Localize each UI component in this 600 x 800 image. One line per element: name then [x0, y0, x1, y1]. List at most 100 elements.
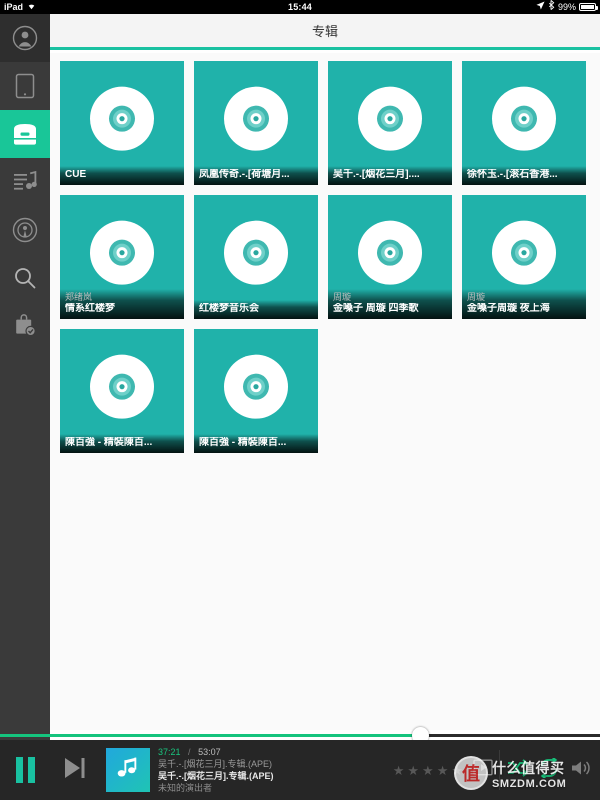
album-caption: 吴千.-.[烟花三月].... — [328, 166, 452, 185]
album-caption: 陳百強 - 精裝陳百... — [60, 434, 184, 453]
album-tile[interactable]: 周璇 金嗓子周璇 夜上海 — [462, 195, 586, 319]
album-title: 情系红楼梦 — [65, 303, 115, 314]
disc-icon — [90, 220, 154, 285]
progress-fill — [0, 734, 420, 737]
disc-icon — [224, 86, 288, 151]
sidebar-item-library[interactable] — [0, 110, 50, 158]
pause-button[interactable] — [0, 740, 50, 800]
next-track-button[interactable] — [50, 740, 100, 800]
album-caption: 周璇 金嗓子 周璇 四季歌 — [328, 289, 452, 319]
sidebar-item-playlist[interactable] — [0, 158, 50, 206]
disc-icon — [224, 354, 288, 419]
repeat-icon — [538, 755, 560, 783]
disc-icon — [492, 220, 556, 285]
status-bar-time: 15:44 — [287, 2, 313, 12]
bluetooth-icon — [548, 0, 555, 14]
album-tile[interactable]: 郑绪岚 情系红楼梦 — [60, 195, 184, 319]
album-title: 红楼梦音乐会 — [199, 303, 259, 314]
sidebar-item-search[interactable] — [0, 254, 50, 302]
album-title: 金嗓子周璇 夜上海 — [467, 303, 550, 314]
battery-percent: 99% — [557, 2, 576, 12]
album-title: 凤凰传奇.-.[荷塘月... — [199, 169, 290, 180]
sidebar-item-store[interactable] — [0, 302, 50, 350]
track-title-line: 吴千.-.[烟花三月].专辑.(APE) — [158, 771, 274, 781]
battery-icon — [579, 3, 598, 11]
disc-icon — [492, 86, 556, 151]
album-title: 陳百強 - 精裝陳百... — [199, 437, 287, 448]
status-bar: iPad 15:44 99% — [0, 0, 600, 14]
shuffle-icon — [506, 758, 529, 783]
album-caption: 周璇 金嗓子周璇 夜上海 — [462, 289, 586, 319]
track-artist-line: 未知的演出者 — [158, 783, 213, 793]
album-tile[interactable]: 凤凰传奇.-.[荷塘月... — [194, 61, 318, 185]
album-tile[interactable]: 徐怀玉.-.[滚石香港... — [462, 61, 586, 185]
disc-icon — [90, 354, 154, 419]
volume-icon — [570, 759, 592, 782]
album-tile[interactable]: CUE — [60, 61, 184, 185]
music-note-icon — [115, 755, 141, 786]
app-root: iPad 15:44 99% 专辑 CUE 凤凰传奇.-.[荷塘月... 吴千.… — [0, 0, 600, 800]
album-artist: 周璇 — [333, 292, 352, 302]
current-time: 37:21 — [158, 747, 181, 757]
album-grid-scroll[interactable]: CUE 凤凰传奇.-.[荷塘月... 吴千.-.[烟花三月].... 徐怀玉.-… — [50, 53, 600, 730]
playlist-note-icon — [12, 170, 38, 194]
album-title: 吴千.-.[烟花三月].... — [333, 169, 420, 180]
location-arrow-icon — [536, 0, 545, 14]
album-tile[interactable]: 吴千.-.[烟花三月].... — [328, 61, 452, 185]
shuffle-button[interactable] — [506, 758, 529, 783]
album-tile[interactable]: 周璇 金嗓子 周璇 四季歌 — [328, 195, 452, 319]
user-circle-icon — [12, 25, 38, 51]
album-title: 金嗓子 周璇 四季歌 — [333, 303, 419, 314]
album-tile[interactable]: 陳百強 - 精裝陳百... — [194, 329, 318, 453]
player-right-controls — [506, 755, 600, 783]
rating-stars[interactable]: ★ ★ ★ ★ ★ — [393, 764, 463, 777]
album-title: CUE — [65, 169, 87, 180]
queue-video-button[interactable] — [473, 759, 493, 781]
pause-icon — [15, 757, 35, 783]
disc-icon — [224, 220, 288, 285]
sidebar-item-account[interactable] — [0, 14, 50, 62]
album-artist: 周璇 — [467, 292, 486, 302]
next-track-icon — [62, 756, 88, 785]
rating-star[interactable]: ★ — [422, 764, 434, 777]
header-bar: 专辑 — [50, 14, 600, 50]
rating-star[interactable]: ★ — [393, 764, 405, 777]
rating-star[interactable]: ★ — [451, 764, 463, 777]
album-tile[interactable]: 红楼梦音乐会 — [194, 195, 318, 319]
album-caption: 徐怀玉.-.[滚石香港... — [462, 166, 586, 185]
music-box-icon — [11, 122, 39, 146]
now-playing-artwork[interactable] — [106, 748, 150, 792]
playback-time: 37:21 / 53:07 — [158, 746, 393, 758]
album-caption: 陳百強 - 精裝陳百... — [194, 434, 318, 453]
sidebar-item-radio[interactable] — [0, 206, 50, 254]
album-caption: 凤凰传奇.-.[荷塘月... — [194, 166, 318, 185]
rating-star[interactable]: ★ — [407, 764, 419, 777]
repeat-button[interactable] — [538, 755, 560, 783]
rating-star[interactable]: ★ — [437, 764, 449, 777]
now-playing-meta: 37:21 / 53:07 吴千.-.[烟花三月].专辑.(APE) 吴千.-.… — [158, 746, 393, 794]
disc-icon — [90, 86, 154, 151]
album-grid: CUE 凤凰传奇.-.[荷塘月... 吴千.-.[烟花三月].... 徐怀玉.-… — [50, 53, 600, 453]
album-caption: 红楼梦音乐会 — [194, 300, 318, 319]
sidebar-item-device[interactable] — [0, 62, 50, 110]
track-album-line: 吴千.-.[烟花三月].专辑.(APE) — [158, 759, 273, 769]
album-title: 陳百強 - 精裝陳百... — [65, 437, 153, 448]
status-bar-right: 99% — [536, 0, 598, 14]
sidebar — [0, 14, 50, 800]
player-bar: 37:21 / 53:07 吴千.-.[烟花三月].专辑.(APE) 吴千.-.… — [0, 740, 600, 800]
queue-video-icon — [473, 759, 493, 781]
time-separator: / — [188, 747, 191, 757]
disc-icon — [358, 220, 422, 285]
tablet-icon — [14, 73, 36, 99]
album-title: 徐怀玉.-.[滚石香港... — [467, 169, 558, 180]
album-caption: CUE — [60, 166, 184, 185]
album-artist: 郑绪岚 — [65, 292, 93, 302]
disc-icon — [358, 86, 422, 151]
volume-button[interactable] — [570, 759, 592, 782]
playback-progress[interactable] — [0, 727, 600, 744]
total-time: 53:07 — [198, 747, 221, 757]
broadcast-icon — [12, 217, 38, 243]
search-icon — [13, 266, 37, 290]
album-tile[interactable]: 陳百強 - 精裝陳百... — [60, 329, 184, 453]
page-title: 专辑 — [311, 24, 338, 39]
